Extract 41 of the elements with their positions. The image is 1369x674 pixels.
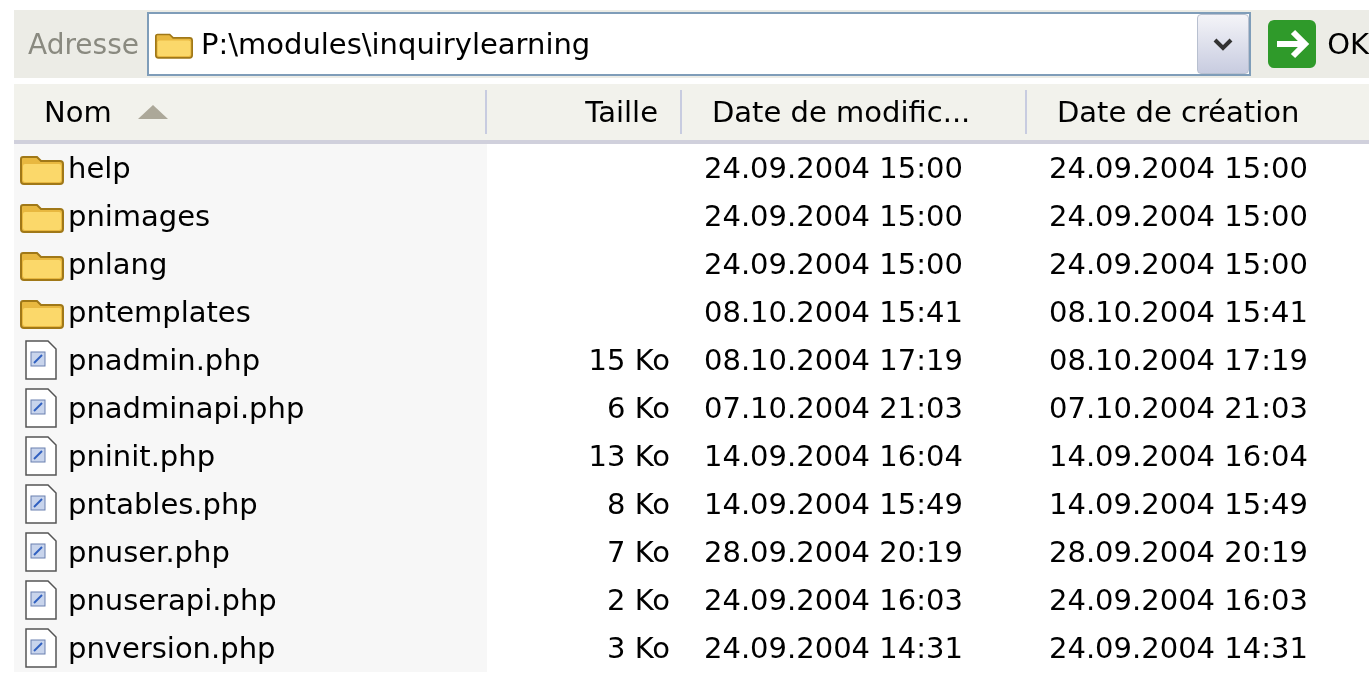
go-button[interactable]: OK: [1251, 19, 1369, 69]
file-size: 2 Ko: [607, 583, 670, 617]
file-size: 7 Ko: [607, 535, 670, 569]
sort-up-icon: [137, 105, 168, 119]
file-size: 13 Ko: [588, 439, 670, 473]
file-size: 8 Ko: [607, 487, 670, 521]
modified-date: 28.09.2004 20:19: [704, 535, 963, 569]
file-name[interactable]: pnlang: [68, 247, 168, 281]
created-date: 24.09.2004 16:03: [1049, 583, 1308, 617]
modified-date: 14.09.2004 15:49: [704, 487, 963, 521]
modified-date: 08.10.2004 17:19: [704, 343, 963, 377]
created-date: 24.09.2004 14:31: [1049, 631, 1308, 665]
modified-date: 24.09.2004 16:03: [704, 583, 963, 617]
column-header[interactable]: Date de modific...: [682, 90, 1027, 134]
file-name[interactable]: help: [68, 151, 131, 185]
file-size: 3 Ko: [607, 631, 670, 665]
dropdown-button[interactable]: [1197, 14, 1250, 74]
address-label: Adresse: [27, 27, 140, 61]
column-header[interactable]: Date de création: [1027, 90, 1369, 134]
column-header[interactable]: Taille: [487, 90, 682, 134]
modified-date: 07.10.2004 21:03: [704, 391, 963, 425]
file-size: 15 Ko: [588, 343, 670, 377]
modified-date: 24.09.2004 15:00: [704, 199, 963, 233]
modified-date: 14.09.2004 16:04: [704, 439, 963, 473]
column-header[interactable]: Nom: [14, 90, 487, 134]
created-date: 14.09.2004 15:49: [1049, 487, 1308, 521]
modified-date: 08.10.2004 15:41: [704, 295, 963, 329]
file-size: 6 Ko: [607, 391, 670, 425]
created-date: 08.10.2004 15:41: [1049, 295, 1308, 329]
modified-date: 24.09.2004 15:00: [704, 151, 963, 185]
created-date: 24.09.2004 15:00: [1049, 247, 1308, 281]
chevron-down-icon: [1212, 37, 1235, 51]
address-field[interactable]: P:\modules\inquirylearning: [146, 12, 1252, 76]
created-date: 28.09.2004 20:19: [1049, 535, 1308, 569]
created-date: 14.09.2004 16:04: [1049, 439, 1308, 473]
created-date: 24.09.2004 15:00: [1049, 199, 1308, 233]
modified-date: 24.09.2004 15:00: [704, 247, 963, 281]
modified-date: 24.09.2004 14:31: [704, 631, 963, 665]
created-date: 24.09.2004 15:00: [1049, 151, 1308, 185]
created-date: 08.10.2004 17:19: [1049, 343, 1308, 377]
created-date: 07.10.2004 21:03: [1049, 391, 1308, 425]
